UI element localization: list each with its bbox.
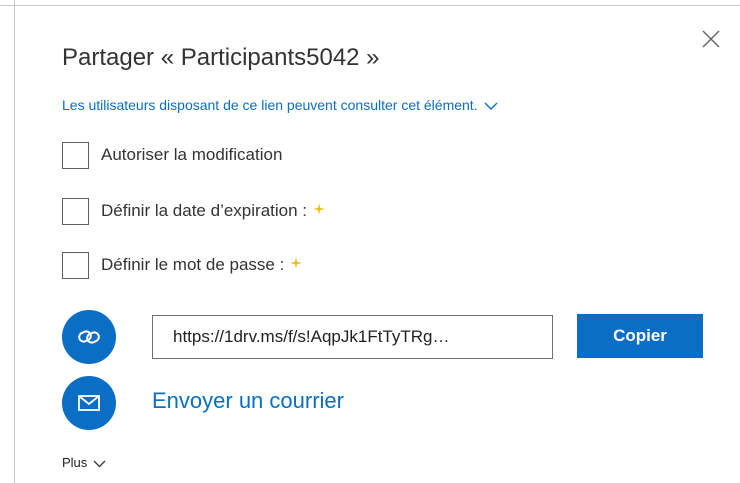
dialog-title: Partager « Participants5042 » bbox=[62, 44, 380, 71]
option-password[interactable]: Définir le mot de passe : bbox=[62, 250, 303, 280]
chevron-down-icon bbox=[93, 460, 106, 467]
allow-edit-label: Autoriser la modification bbox=[101, 145, 283, 164]
premium-star-icon bbox=[313, 202, 326, 220]
get-link-button[interactable] bbox=[62, 310, 116, 364]
option-allow-edit[interactable]: Autoriser la modification bbox=[62, 140, 282, 170]
password-label: Définir le mot de passe : bbox=[101, 255, 285, 274]
copy-button[interactable]: Copier bbox=[577, 314, 703, 358]
permission-dropdown[interactable]: Les utilisateurs disposant de ce lien pe… bbox=[62, 97, 498, 113]
allow-edit-checkbox[interactable] bbox=[62, 141, 89, 169]
premium-star-icon bbox=[290, 256, 303, 274]
password-checkbox[interactable] bbox=[62, 251, 89, 279]
more-label: Plus bbox=[62, 455, 88, 470]
option-expiration-date[interactable]: Définir la date d’expiration : bbox=[62, 196, 326, 226]
more-options[interactable]: Plus bbox=[62, 455, 106, 470]
share-link-field[interactable] bbox=[152, 315, 553, 359]
mail-icon bbox=[78, 395, 100, 411]
chevron-down-icon bbox=[484, 102, 498, 110]
close-icon[interactable] bbox=[700, 28, 722, 50]
expiration-date-label: Définir la date d’expiration : bbox=[101, 201, 308, 220]
send-email-button[interactable] bbox=[62, 376, 116, 430]
dialog-border-top bbox=[0, 5, 740, 6]
link-icon bbox=[78, 330, 100, 344]
expiration-date-checkbox[interactable] bbox=[62, 197, 89, 225]
permission-text: Les utilisateurs disposant de ce lien pe… bbox=[62, 97, 478, 113]
share-dialog: Partager « Participants5042 » Les utilis… bbox=[0, 0, 740, 483]
send-email-link[interactable]: Envoyer un courrier bbox=[152, 388, 344, 414]
dialog-border-left bbox=[14, 0, 15, 483]
